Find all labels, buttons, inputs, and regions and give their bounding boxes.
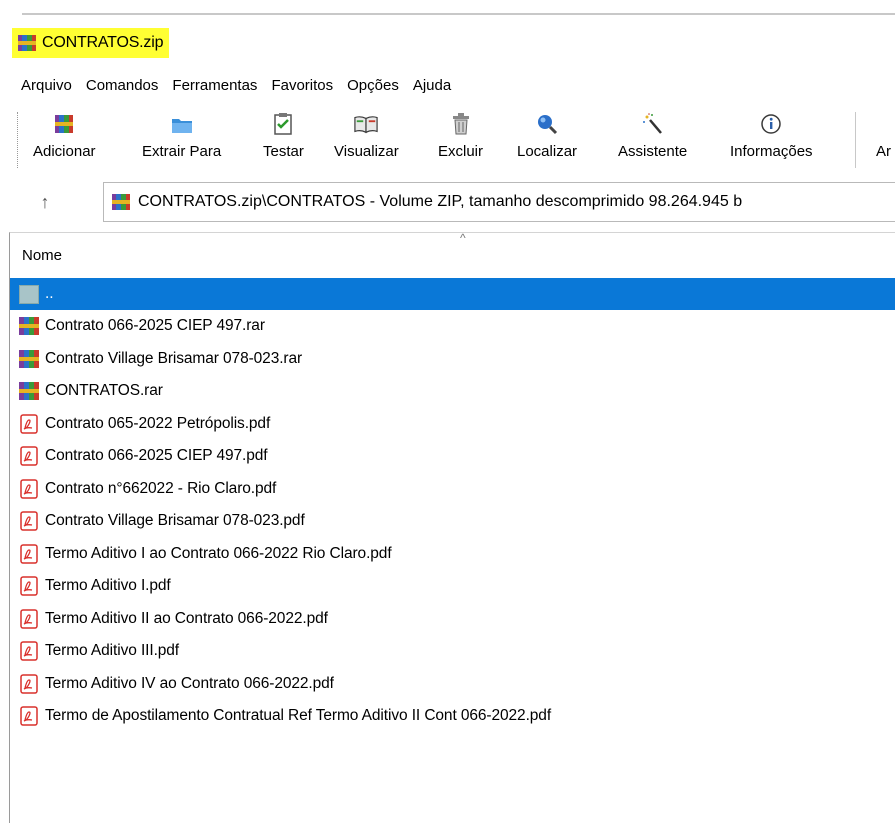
top-edge [0, 0, 895, 16]
pdf-file-icon [18, 673, 39, 694]
magnifier-icon [535, 112, 559, 136]
winrar-archive-icon [18, 35, 36, 51]
view-button-label: Visualizar [334, 143, 399, 160]
file-name: Termo Aditivo I.pdf [45, 577, 171, 595]
list-item[interactable]: Contrato n°662022 - Rio Claro.pdf [10, 473, 895, 506]
list-item[interactable]: Contrato 065-2022 Petrópolis.pdf [10, 408, 895, 441]
test-clipboard-icon [271, 112, 295, 136]
list-item[interactable]: Termo de Apostilamento Contratual Ref Te… [10, 700, 895, 733]
pdf-file-icon [18, 543, 39, 564]
trash-icon [449, 112, 473, 136]
file-name: Termo Aditivo IV ao Contrato 066-2022.pd… [45, 674, 334, 692]
list-item[interactable]: Termo Aditivo III.pdf [10, 635, 895, 668]
file-name: Termo Aditivo III.pdf [45, 642, 180, 660]
menu-opcoes[interactable]: Opções [340, 71, 406, 101]
menu-favoritos[interactable]: Favoritos [264, 71, 340, 101]
list-item[interactable]: Contrato Village Brisamar 078-023.pdf [10, 505, 895, 538]
list-item[interactable]: Termo Aditivo IV ao Contrato 066-2022.pd… [10, 668, 895, 701]
file-name: Termo de Apostilamento Contratual Ref Te… [45, 707, 552, 725]
wizard-wand-icon [641, 112, 665, 136]
list-item[interactable]: Termo Aditivo I ao Contrato 066-2022 Rio… [10, 538, 895, 571]
list-item[interactable]: Contrato Village Brisamar 078-023.rar [10, 343, 895, 376]
top-edge-line [22, 13, 895, 15]
wizard-button[interactable]: Assistente [618, 108, 687, 172]
address-bar: ↑ CONTRATOS.zip\CONTRATOS - Volume ZIP, … [0, 178, 895, 226]
view-button[interactable]: Visualizar [334, 108, 399, 172]
winrar-window: CONTRATOS.zip Arquivo Comandos Ferrament… [0, 0, 895, 823]
find-button[interactable]: Localizar [517, 108, 577, 172]
rar-file-icon [18, 348, 39, 369]
pdf-file-icon [18, 706, 39, 727]
file-name: Contrato Village Brisamar 078-023.rar [45, 349, 303, 367]
file-name: Contrato 065-2022 Petrópolis.pdf [45, 414, 271, 432]
file-name: Contrato Village Brisamar 078-023.pdf [45, 512, 305, 530]
path-field[interactable]: CONTRATOS.zip\CONTRATOS - Volume ZIP, ta… [103, 182, 895, 222]
path-text: CONTRATOS.zip\CONTRATOS - Volume ZIP, ta… [138, 193, 743, 210]
list-item[interactable]: .. [10, 278, 895, 310]
pdf-file-icon [18, 608, 39, 629]
name-column-header[interactable]: Nome ^ [10, 231, 895, 275]
winrar-archive-icon [112, 194, 130, 210]
file-name: CONTRATOS.rar [45, 382, 163, 400]
up-arrow-icon[interactable]: ↑ [34, 190, 56, 214]
rar-file-icon [18, 381, 39, 402]
file-rows: .. Contrato 066-2025 CIEP 497.rar Contrato… [10, 278, 895, 733]
title-bar: CONTRATOS.zip [0, 16, 895, 66]
list-item[interactable]: Contrato 066-2025 CIEP 497.pdf [10, 440, 895, 473]
file-name: .. [45, 285, 54, 302]
wizard-button-label: Assistente [618, 143, 688, 160]
toolbar-button-partial[interactable]: Ar [876, 108, 895, 172]
pdf-file-icon [18, 446, 39, 467]
list-item[interactable]: CONTRATOS.rar [10, 375, 895, 408]
info-button[interactable]: Informações [730, 108, 813, 172]
info-button-label: Informações [730, 143, 813, 160]
list-item[interactable]: Contrato 066-2025 CIEP 497.rar [10, 310, 895, 343]
file-name: Contrato 066-2025 CIEP 497.rar [45, 317, 265, 335]
file-list: Nome ^ .. Contrato 066-2025 CIEP 497.rar C… [9, 231, 895, 823]
toolbar-separator [855, 112, 856, 168]
rar-file-icon [18, 316, 39, 337]
window-title: CONTRATOS.zip [42, 34, 164, 51]
pdf-file-icon [18, 511, 39, 532]
partial-button-icon [876, 112, 895, 136]
find-button-label: Localizar [517, 143, 578, 160]
menu-arquivo[interactable]: Arquivo [0, 71, 79, 101]
menu-ferramentas[interactable]: Ferramentas [165, 71, 264, 101]
list-item[interactable]: Termo Aditivo II ao Contrato 066-2022.pd… [10, 603, 895, 636]
toolbar: Adicionar Extrair Para Testar Visualizar… [0, 104, 895, 174]
name-column-label: Nome [22, 247, 63, 264]
add-button[interactable]: Adicionar [33, 108, 96, 172]
list-item[interactable]: Termo Aditivo I.pdf [10, 570, 895, 603]
toolbar-grip [17, 112, 21, 168]
file-name: Termo Aditivo II ao Contrato 066-2022.pd… [45, 609, 328, 627]
test-button-label: Testar [263, 143, 304, 160]
file-name: Contrato n°662022 - Rio Claro.pdf [45, 479, 277, 497]
pdf-file-icon [18, 413, 39, 434]
delete-button[interactable]: Excluir [438, 108, 483, 172]
add-button-label: Adicionar [33, 143, 96, 160]
menu-ajuda[interactable]: Ajuda [406, 71, 458, 101]
menu-comandos[interactable]: Comandos [79, 71, 166, 101]
partial-button-label: Ar [876, 143, 891, 160]
file-name: Termo Aditivo I ao Contrato 066-2022 Rio… [45, 544, 392, 562]
test-button[interactable]: Testar [263, 108, 304, 172]
info-icon [759, 112, 783, 136]
pdf-file-icon [18, 641, 39, 662]
menu-bar: Arquivo Comandos Ferramentas Favoritos O… [0, 71, 895, 101]
title-highlight: CONTRATOS.zip [12, 28, 170, 58]
sort-ascending-icon: ^ [460, 231, 466, 245]
view-book-icon [354, 112, 379, 136]
file-name: Contrato 066-2025 CIEP 497.pdf [45, 447, 268, 465]
pdf-file-icon [18, 478, 39, 499]
extract-to-button-label: Extrair Para [142, 143, 222, 160]
add-archive-icon [52, 112, 76, 136]
parent-folder-icon [18, 284, 39, 305]
delete-button-label: Excluir [438, 143, 484, 160]
extract-to-button[interactable]: Extrair Para [142, 108, 221, 172]
extract-folder-icon [170, 112, 194, 136]
pdf-file-icon [18, 576, 39, 597]
